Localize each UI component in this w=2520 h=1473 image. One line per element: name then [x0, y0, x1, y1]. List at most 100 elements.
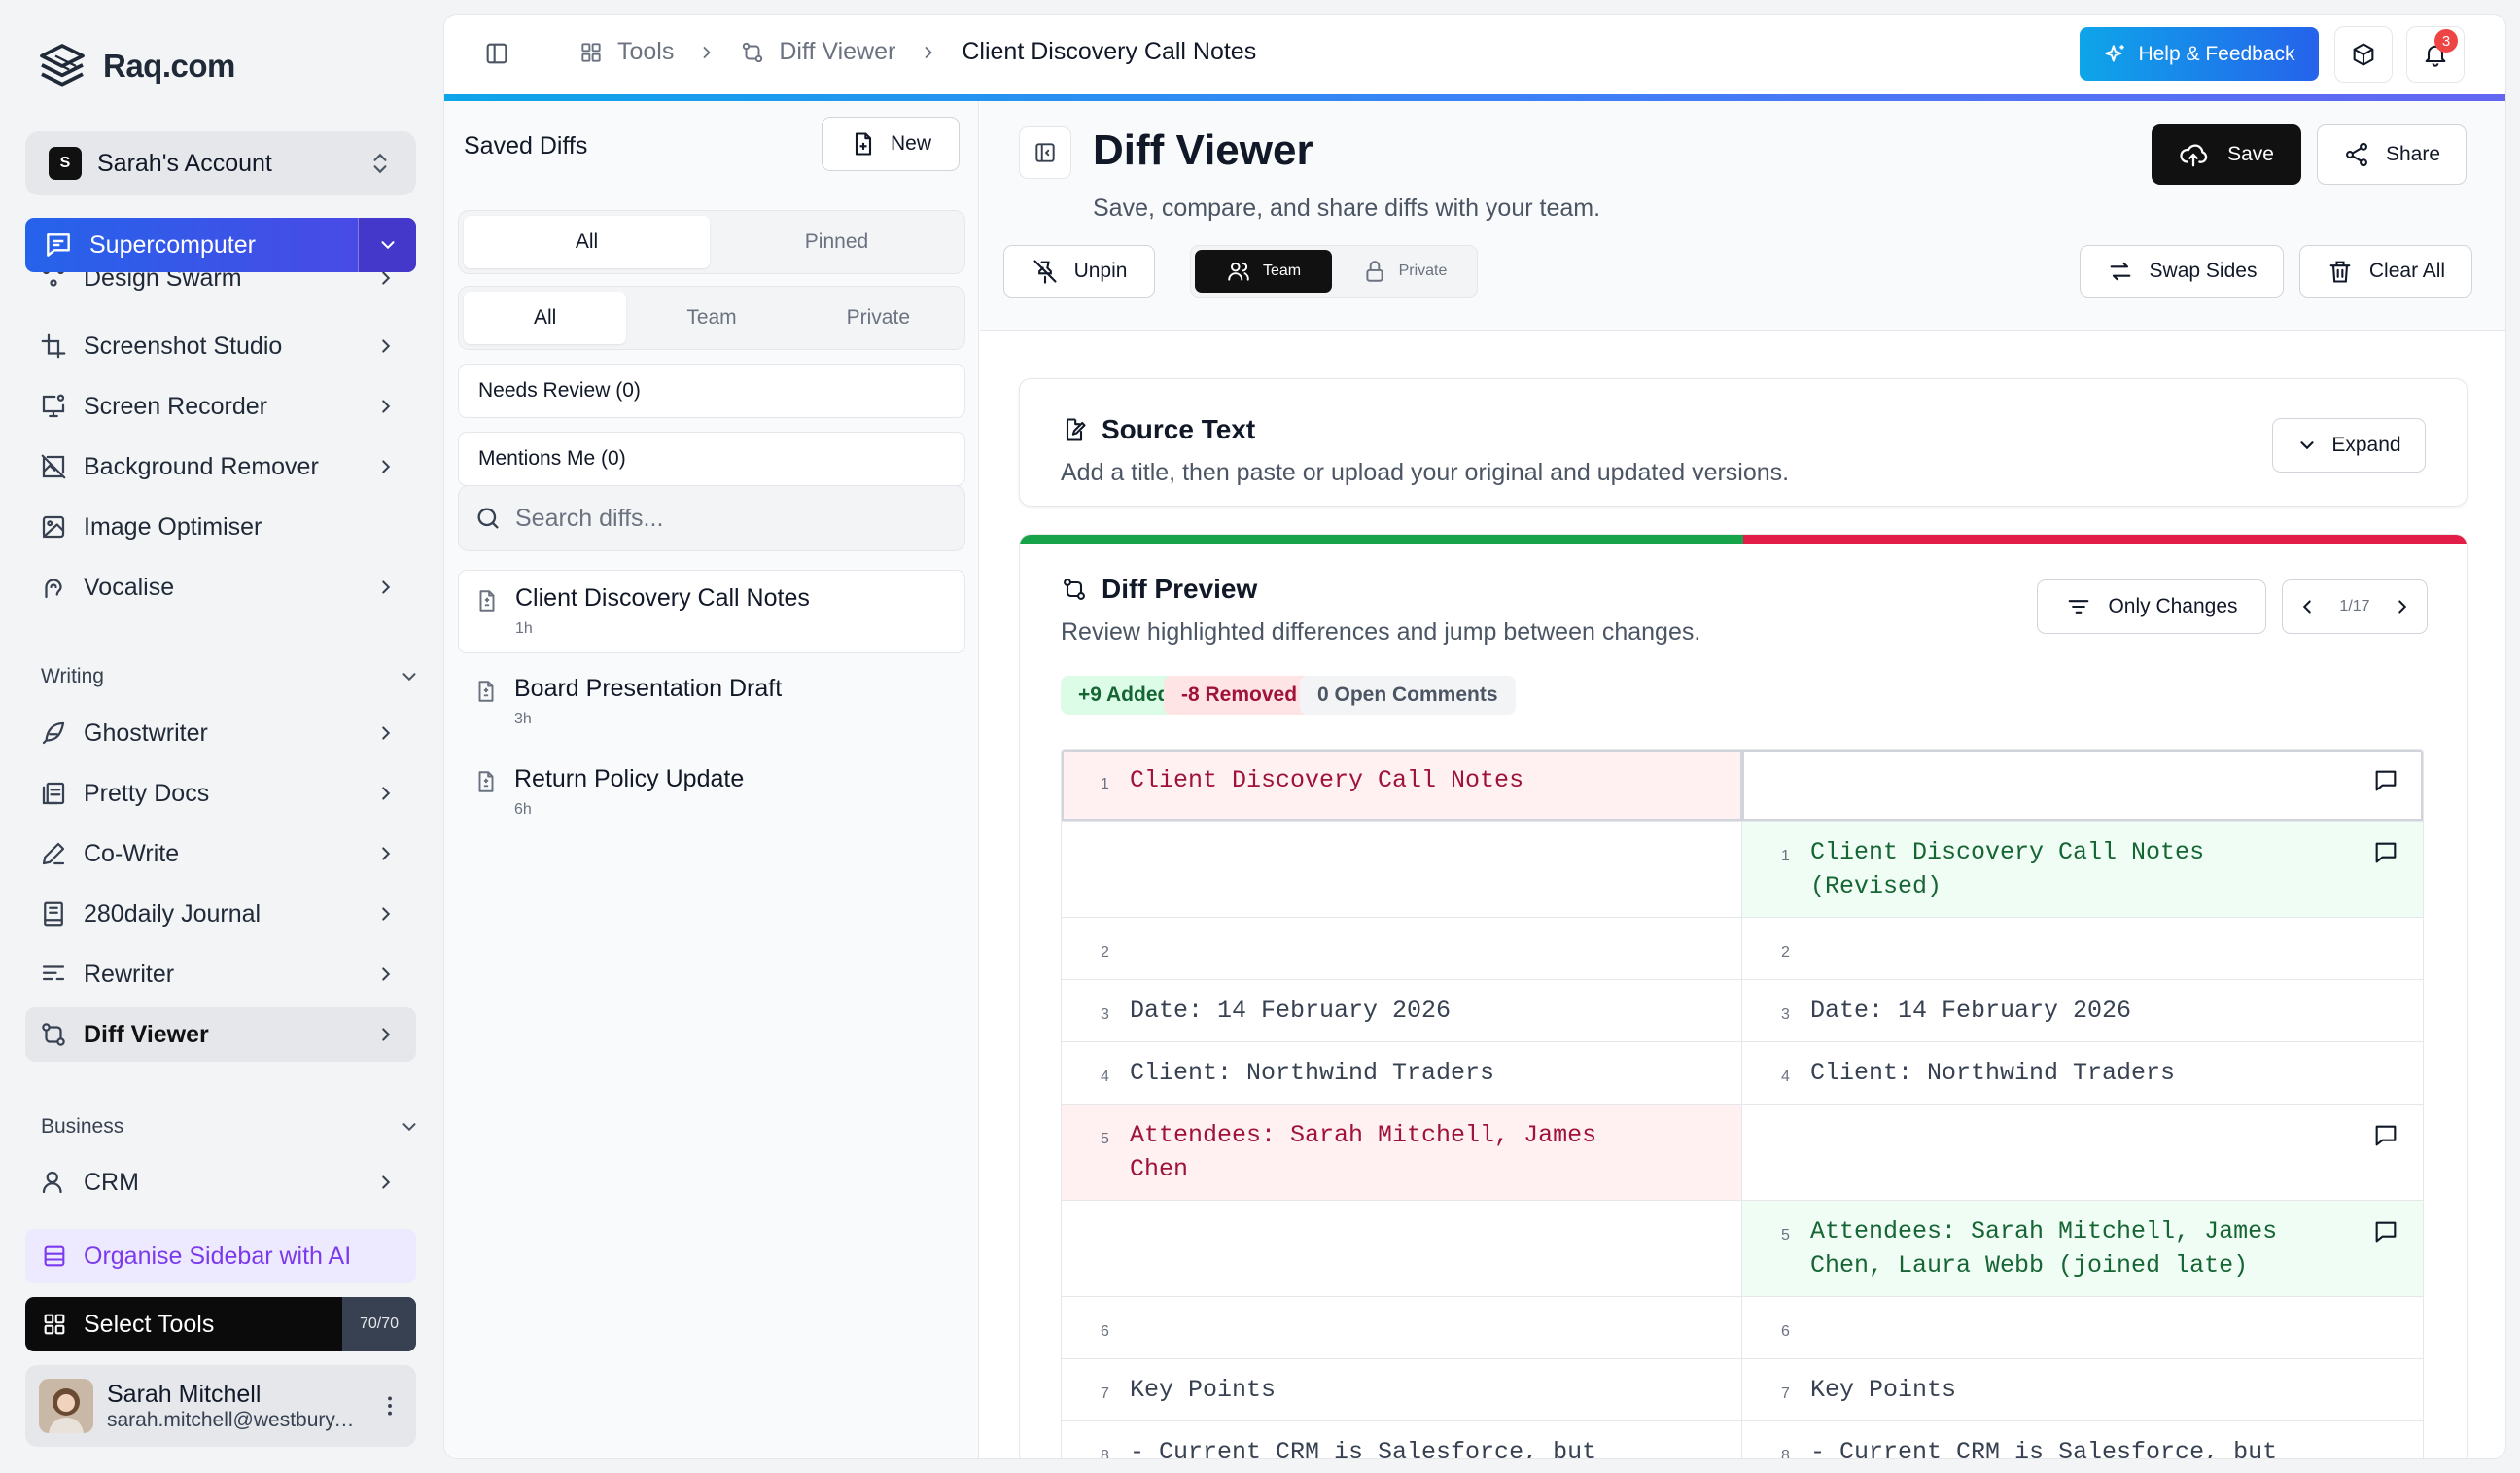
list-item[interactable]: Return Policy Update 6h — [458, 752, 965, 835]
cube-button[interactable] — [2334, 26, 2393, 83]
share-button[interactable]: Share — [2317, 124, 2467, 185]
clear-all-button[interactable]: Clear All — [2299, 245, 2472, 298]
search-input[interactable] — [515, 504, 943, 533]
mentions-me-filter[interactable]: Mentions Me (0) — [458, 432, 965, 486]
sidebar-item-background-remover[interactable]: Background Remover — [25, 439, 416, 494]
diff-cell-right[interactable] — [1742, 1105, 2423, 1200]
sidebar: Raq.com S Sarah's Account Supercomputer … — [0, 0, 443, 1473]
more-vertical-icon[interactable] — [377, 1393, 402, 1419]
diff-cell-right[interactable] — [1742, 750, 2423, 821]
diff-cell-right[interactable]: 8 - Current CRM is Salesforce, but team f… — [1742, 1421, 2423, 1458]
account-switcher[interactable]: S Sarah's Account — [25, 131, 416, 195]
new-diff-button[interactable]: New — [822, 117, 960, 171]
sidebar-item-vocalise[interactable]: Vocalise — [25, 560, 416, 614]
sidebar-item-image-optimiser[interactable]: Image Optimiser — [25, 500, 416, 554]
collapse-panel-button[interactable] — [1019, 126, 1071, 179]
diff-cell-left[interactable] — [1062, 1201, 1742, 1296]
chevron-right-icon[interactable] — [2392, 596, 2413, 617]
line-text: - Current CRM is Salesforce, but team fi… — [1130, 1438, 1597, 1459]
comment-icon[interactable] — [2372, 767, 2399, 794]
chevron-left-icon[interactable] — [2296, 596, 2318, 617]
brand-logo[interactable]: Raq.com — [35, 39, 235, 93]
diff-cell-left[interactable]: 5 Attendees: Sarah Mitchell, James Chen — [1062, 1105, 1742, 1200]
pager-position: 1/17 — [2339, 598, 2370, 614]
sidebar-item-label: Background Remover — [84, 452, 319, 480]
diff-cell-right[interactable]: 3 Date: 14 February 2026 — [1742, 980, 2423, 1041]
list-item[interactable]: Board Presentation Draft 3h — [458, 661, 965, 745]
breadcrumb-diff-viewer[interactable]: Diff Viewer — [779, 38, 895, 66]
swap-sides-button[interactable]: Swap Sides — [2080, 245, 2284, 298]
chevron-down-icon — [399, 666, 416, 687]
diff-cell-left[interactable]: 7 Key Points — [1062, 1359, 1742, 1420]
diff-cell-left[interactable]: 2 — [1062, 918, 1742, 979]
only-changes-button[interactable]: Only Changes — [2037, 579, 2266, 634]
diff-cell-left[interactable]: 1 Client Discovery Call Notes — [1062, 750, 1742, 821]
user-profile[interactable]: Sarah Mitchell sarah.mitchell@westbury.c… — [25, 1365, 416, 1447]
unpin-button[interactable]: Unpin — [1003, 245, 1155, 298]
comment-icon[interactable] — [2372, 839, 2399, 866]
section-writing-header[interactable]: Writing — [41, 665, 416, 688]
diff-cell-left[interactable]: 4 Client: Northwind Traders — [1062, 1042, 1742, 1104]
tab-pinned[interactable]: Pinned — [714, 216, 960, 268]
tab-all[interactable]: All — [464, 216, 710, 268]
sidebar-item-pretty-docs[interactable]: Pretty Docs — [25, 766, 416, 821]
needs-review-filter[interactable]: Needs Review (0) — [458, 364, 965, 418]
tab-private[interactable]: Private — [797, 292, 960, 344]
breadcrumb-tools[interactable]: Tools — [617, 38, 674, 66]
sidebar-item-co-write[interactable]: Co-Write — [25, 826, 416, 881]
sidebar-item-screen-recorder[interactable]: Screen Recorder — [25, 379, 416, 434]
sidebar-item-ghostwriter[interactable]: Ghostwriter — [25, 706, 416, 760]
image-off-icon — [39, 452, 68, 481]
sidebar-item-rewriter[interactable]: Rewriter — [25, 947, 416, 1001]
line-number: 5 — [1101, 1131, 1109, 1147]
diff-row: 1 Client Discovery Call Notes — [1062, 750, 2423, 822]
crop-icon — [39, 332, 68, 361]
comment-icon[interactable] — [2372, 1218, 2399, 1245]
notifications-button[interactable]: 3 — [2406, 26, 2465, 83]
select-tools-button[interactable]: Select Tools 70/70 — [25, 1297, 416, 1351]
tab-all-scope[interactable]: All — [464, 292, 627, 344]
supercomputer-main[interactable]: Supercomputer — [25, 218, 358, 272]
supercomputer-button[interactable]: Supercomputer — [25, 218, 416, 272]
diff-cell-left[interactable]: 3 Date: 14 February 2026 — [1062, 980, 1742, 1041]
diff-cell-right[interactable]: 5 Attendees: Sarah Mitchell, James Chen, … — [1742, 1201, 2423, 1296]
list-item[interactable]: Client Discovery Call Notes 1h — [458, 570, 965, 653]
help-feedback-button[interactable]: Help & Feedback — [2080, 27, 2319, 81]
sidebar-item-design-swarm[interactable]: Design Swarm — [25, 272, 416, 305]
diff-cell-right[interactable]: 2 — [1742, 918, 2423, 979]
diff-cell-right[interactable]: 4 Client: Northwind Traders — [1742, 1042, 2423, 1104]
visibility-private[interactable]: Private — [1336, 250, 1473, 293]
diff-cell-left[interactable]: 6 — [1062, 1297, 1742, 1358]
diff-cell-right[interactable]: 7 Key Points — [1742, 1359, 2423, 1420]
sidebar-item-280daily-journal[interactable]: 280daily Journal — [25, 887, 416, 941]
saved-diffs-panel: Saved Diffs New All Pinned All Team Priv… — [444, 101, 979, 1458]
source-title: Source Text — [1102, 414, 1256, 444]
tab-team[interactable]: Team — [630, 292, 792, 344]
save-button[interactable]: Save — [2152, 124, 2301, 185]
comment-icon[interactable] — [2372, 1122, 2399, 1149]
sidebar-toggle-icon[interactable] — [483, 40, 510, 67]
section-business-header[interactable]: Business — [41, 1115, 420, 1139]
line-text: Attendees: Sarah Mitchell, James Chen, L… — [1810, 1217, 2278, 1280]
unpin-label: Unpin — [1073, 260, 1128, 282]
line-text: Client Discovery Call Notes — [1130, 766, 1524, 794]
supercomputer-dropdown[interactable] — [358, 218, 416, 272]
pin-off-icon — [1032, 258, 1059, 285]
diff-cell-left[interactable] — [1062, 822, 1742, 917]
user-name: Sarah Mitchell — [107, 1380, 262, 1408]
diff-cell-right[interactable]: 6 — [1742, 1297, 2423, 1358]
line-text: Key Points — [1810, 1376, 1957, 1404]
sidebar-item-screenshot-studio[interactable]: Screenshot Studio — [25, 319, 416, 373]
line-number: 1 — [1781, 848, 1790, 864]
diff-cell-left[interactable]: 8 - Current CRM is Salesforce, but team f… — [1062, 1421, 1742, 1459]
expand-button[interactable]: Expand — [2272, 418, 2426, 473]
organise-sidebar-button[interactable]: Organise Sidebar with AI — [25, 1229, 416, 1283]
stack-logo-icon — [35, 39, 89, 93]
search-box — [458, 485, 965, 551]
visibility-team[interactable]: Team — [1195, 250, 1332, 293]
account-avatar: S — [49, 147, 82, 180]
trash-icon — [2327, 258, 2354, 285]
diff-cell-right[interactable]: 1 Client Discovery Call Notes (Revised) — [1742, 822, 2423, 917]
sidebar-item-diff-viewer[interactable]: Diff Viewer — [25, 1007, 416, 1062]
sidebar-item-crm[interactable]: CRM — [25, 1155, 416, 1210]
